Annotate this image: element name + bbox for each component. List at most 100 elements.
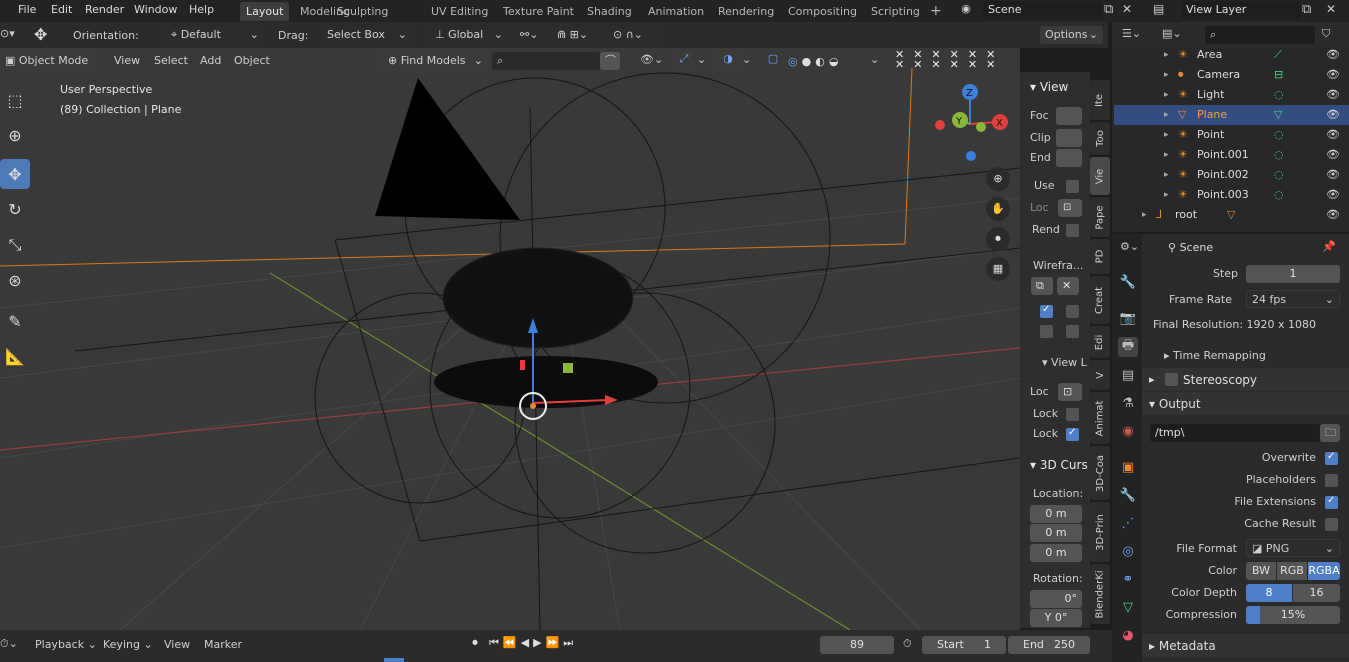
color-depth-8-button[interactable]: 8 — [1246, 584, 1292, 602]
camera-view-icon[interactable]: ⏺ — [986, 227, 1010, 251]
frame-rate-dropdown[interactable]: 24 fps ⌄ — [1246, 290, 1340, 308]
local-camera-field[interactable]: ⊡ — [1058, 199, 1082, 217]
outliner-row[interactable]: ▸ ⅃ root ▽ 👁 — [1114, 205, 1349, 225]
eye-icon[interactable]: 👁 — [1326, 65, 1340, 85]
overlays-icon[interactable]: ◑ — [717, 52, 739, 70]
eye-icon[interactable]: 👁 — [1326, 165, 1340, 185]
eye-icon[interactable]: 👁 — [1326, 125, 1340, 145]
timeline-view-menu[interactable]: View — [164, 637, 190, 653]
color-bw-button[interactable]: BW — [1246, 562, 1276, 580]
chevron-right-icon[interactable]: ▸ — [1164, 105, 1169, 125]
xray-icon[interactable]: ▢ — [763, 52, 783, 70]
stereoscopy-checkbox[interactable] — [1165, 373, 1178, 386]
tool-icon[interactable]: ⊙▾ — [0, 27, 22, 40]
outliner-row[interactable]: ▸ ☀ Point.002 ◌ 👁 — [1114, 165, 1349, 185]
outliner-row[interactable]: ▸ ☀ Point.001 ◌ 👁 — [1114, 145, 1349, 165]
lock-camera-checkbox[interactable] — [1066, 427, 1079, 441]
wireframe-option-checkbox[interactable] — [1066, 305, 1079, 318]
scene-icon[interactable]: ◉ — [954, 2, 978, 20]
chevron-down-icon[interactable]: ⌄ — [870, 53, 879, 66]
eye-icon[interactable]: 👁 — [1326, 105, 1340, 125]
npanel-tab-create[interactable]: Creat — [1090, 276, 1110, 324]
particles-props-icon[interactable]: ⋰ — [1118, 513, 1138, 533]
start-frame-field[interactable]: Start 1 — [922, 636, 1006, 654]
gizmo-toggle-icon[interactable]: ⤢ — [673, 52, 695, 70]
cursor-location-z[interactable]: 0 m — [1030, 544, 1082, 562]
current-frame-field[interactable]: 89 — [820, 636, 894, 654]
jump-start-icon[interactable]: ⏮ — [489, 636, 503, 649]
filter-funnel-icon[interactable]: ⛉ — [1322, 27, 1330, 41]
new-view-layer-icon[interactable]: ⧉ — [1302, 2, 1320, 17]
asset-search-input[interactable]: ⌕ — [492, 52, 600, 70]
tab-scripting[interactable]: Scripting — [865, 2, 926, 21]
plane-mesh[interactable] — [434, 356, 658, 408]
wireframe-option-checkbox[interactable] — [1040, 325, 1053, 338]
cursor-tool-icon[interactable]: ⊕ — [0, 120, 30, 150]
tab-layout[interactable]: Layout — [240, 2, 290, 21]
tab-shading[interactable]: Shading — [581, 2, 638, 21]
chevron-down-icon[interactable]: ⌄ — [697, 53, 706, 66]
color-rgb-button[interactable]: RGB — [1277, 562, 1307, 580]
tab-compositing[interactable]: Compositing — [782, 2, 863, 21]
menu-window[interactable]: Window — [128, 2, 183, 18]
menu-render[interactable]: Render — [79, 2, 130, 18]
object-props-icon[interactable]: ▣ — [1118, 457, 1138, 477]
prev-keyframe-icon[interactable]: ⏪ — [503, 636, 521, 649]
new-scene-icon[interactable]: ⧉ — [1104, 2, 1122, 17]
object-data-icon[interactable]: ◌ — [1274, 165, 1284, 185]
measure-tool-icon[interactable]: 📐 — [0, 341, 30, 371]
timeline-editor-type-icon[interactable]: ⏱⌄ — [0, 637, 18, 651]
drag-dropdown[interactable]: Select Box ⌄ — [322, 26, 412, 44]
npanel-tab-edit[interactable]: Edi — [1090, 326, 1110, 358]
wireframe-option-checkbox[interactable] — [1040, 304, 1053, 318]
pan-hand-icon[interactable]: ✋ — [986, 197, 1010, 221]
rotate-tool-icon[interactable]: ↻ — [0, 194, 30, 224]
tab-uv-editing[interactable]: UV Editing — [425, 2, 494, 21]
clip-end-field[interactable] — [1056, 149, 1082, 167]
color-depth-16-button[interactable]: 16 — [1293, 584, 1340, 602]
pivot-dropdown[interactable]: ⚯⌄ — [515, 26, 547, 44]
cursor-location-y[interactable]: 0 m — [1030, 524, 1082, 542]
chevron-right-icon[interactable]: ▸ — [1164, 165, 1169, 185]
chevron-right-icon[interactable]: ▸ — [1164, 185, 1169, 205]
npanel-tab-pape[interactable]: Pape — [1090, 197, 1110, 237]
menu-file[interactable]: File — [12, 2, 42, 18]
record-icon[interactable]: ⏺ — [466, 636, 484, 654]
data-props-icon[interactable]: ▽ — [1118, 597, 1138, 617]
cursor-rotation-y[interactable]: Y 0° — [1030, 609, 1082, 627]
next-keyframe-icon[interactable]: ⏩ — [546, 636, 564, 649]
constraints-props-icon[interactable]: ⚭ — [1118, 569, 1138, 589]
eye-icon[interactable]: 👁 — [1326, 205, 1340, 225]
add-workspace-button[interactable]: + — [924, 2, 948, 21]
outliner-display-mode-icon[interactable]: ☰⌄ — [1122, 27, 1141, 40]
placeholders-checkbox[interactable] — [1325, 474, 1338, 487]
viewport-menu-add[interactable]: Add — [200, 53, 221, 69]
tab-rendering[interactable]: Rendering — [712, 2, 780, 21]
wireframe-option-checkbox[interactable] — [1066, 325, 1079, 338]
npanel-tab-3d-coat[interactable]: 3D-Coa — [1090, 446, 1110, 500]
end-frame-field[interactable]: End 250 — [1008, 636, 1090, 654]
tab-texture-paint[interactable]: Texture Paint — [497, 2, 580, 21]
output-path-input[interactable]: /tmp\ — [1150, 424, 1320, 442]
object-data-icon[interactable]: ◌ — [1274, 185, 1284, 205]
stopwatch-icon[interactable]: ⏱ — [903, 637, 912, 651]
transform-orientation-dropdown[interactable]: ⊥ Global ⌄ — [430, 26, 508, 44]
jump-end-icon[interactable]: ⏭ — [563, 636, 577, 649]
color-rgba-button[interactable]: RGBA — [1308, 562, 1340, 580]
tab-sculpting[interactable]: Sculpting — [331, 2, 394, 21]
file-extensions-checkbox[interactable] — [1325, 495, 1338, 509]
play-icon[interactable]: ▶ — [533, 636, 545, 649]
outliner-row[interactable]: ▸ ☀ Area ⟋ 👁 — [1114, 45, 1349, 65]
outliner-filter-icon[interactable]: ▤⌄ — [1162, 27, 1182, 40]
outliner-search-input[interactable]: ⌕ — [1205, 26, 1315, 44]
output-props-icon[interactable]: 🖶 — [1118, 337, 1138, 357]
object-data-icon[interactable]: ▽ — [1227, 205, 1235, 225]
cursor-location-x[interactable]: 0 m — [1030, 505, 1082, 523]
clip-start-field[interactable] — [1056, 129, 1082, 147]
eye-icon[interactable]: 👁 — [1326, 45, 1340, 65]
snap-dropdown[interactable]: ⋒ ⊞⌄ — [552, 26, 602, 44]
object-data-icon[interactable]: ⟋ — [1274, 45, 1282, 65]
outliner-row[interactable]: ▸ ☀ Point ◌ 👁 — [1114, 125, 1349, 145]
npanel-tab-animation[interactable]: Animat — [1090, 392, 1110, 444]
npanel-tab-v[interactable]: V — [1090, 360, 1110, 390]
